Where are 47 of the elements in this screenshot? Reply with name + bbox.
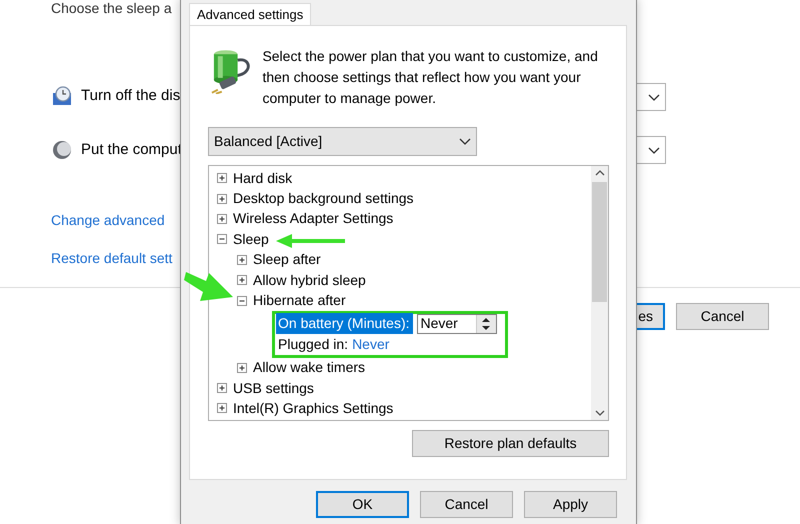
expand-icon[interactable] xyxy=(217,173,227,184)
tree-item[interactable]: Wireless Adapter Settings xyxy=(233,208,394,230)
expand-icon[interactable] xyxy=(237,362,247,373)
chevron-down-icon xyxy=(648,94,660,100)
clock-icon xyxy=(51,85,73,107)
arrow-annotation xyxy=(184,272,233,301)
collapse-icon[interactable] xyxy=(217,234,227,244)
collapse-icon[interactable] xyxy=(237,296,247,306)
expand-icon[interactable] xyxy=(237,275,247,286)
expand-icon[interactable] xyxy=(217,214,227,224)
tree-item[interactable]: Desktop background settings xyxy=(233,188,414,210)
tree-item[interactable]: USB settings xyxy=(233,378,314,399)
button[interactable]: OK xyxy=(316,491,409,518)
link[interactable]: Restore default sett xyxy=(51,248,172,269)
expand-icon[interactable] xyxy=(217,403,227,414)
setting-label: Put the comput xyxy=(81,140,182,160)
tab[interactable]: Advanced settings xyxy=(189,3,312,25)
restore-defaults-button[interactable]: Restore plan defaults xyxy=(412,430,609,457)
tree-item[interactable]: Allow hybrid sleep xyxy=(253,270,366,291)
setting-label[interactable]: On battery (Minutes): xyxy=(276,313,412,334)
moon-icon xyxy=(51,139,73,161)
setting-label[interactable]: Plugged in: xyxy=(278,334,348,355)
scrollbar[interactable] xyxy=(591,166,608,420)
expand-icon[interactable] xyxy=(237,254,247,265)
section-heading: Choose the sleep a xyxy=(51,0,172,16)
spin-arrows-icon[interactable] xyxy=(481,316,491,331)
tree-item[interactable]: Allow wake timers xyxy=(253,357,366,378)
chevron-down-icon xyxy=(459,138,471,145)
link[interactable]: Change advanced xyxy=(51,210,172,231)
spin-field[interactable]: Never xyxy=(416,314,496,334)
expand-icon[interactable] xyxy=(217,383,227,394)
tree-item[interactable]: Sleep xyxy=(233,228,269,250)
tree-item[interactable]: Hibernate after xyxy=(253,290,346,312)
tree-item[interactable]: Hard disk xyxy=(233,168,292,189)
tree-item[interactable]: Intel(R) Graphics Settings xyxy=(233,398,394,419)
instruction-text: Select the power plan that you want to customize, and then choose settings that reflect how you want your computer to manage power. xyxy=(262,47,599,108)
button[interactable]: Cancel xyxy=(420,491,513,518)
scrollbar-thumb[interactable] xyxy=(592,182,607,302)
arrow-annotation xyxy=(276,234,345,248)
expand-icon[interactable] xyxy=(217,194,227,204)
button[interactable]: Apply xyxy=(524,491,617,518)
tree-item[interactable]: Sleep after xyxy=(253,249,321,270)
chevron-down-icon xyxy=(648,146,660,154)
value-link[interactable]: Never xyxy=(352,334,390,355)
setting-label: Turn off the dis xyxy=(81,86,180,106)
button[interactable]: Cancel xyxy=(676,303,769,330)
plan-dropdown[interactable]: Balanced [Active] xyxy=(208,127,477,156)
